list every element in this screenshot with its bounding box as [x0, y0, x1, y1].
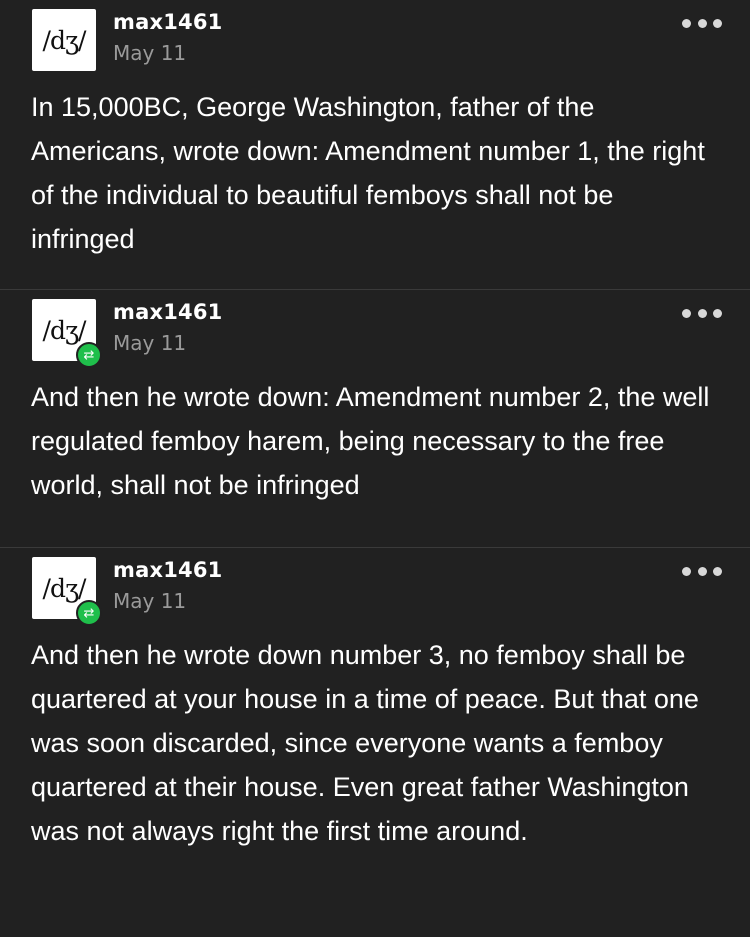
avatar-glyph: /dʒ/	[42, 315, 87, 345]
more-dot	[697, 566, 707, 576]
avatar[interactable]: /dʒ/	[32, 9, 96, 71]
post-date[interactable]: May 11	[113, 41, 186, 65]
post-thread: /dʒ/ max1461 May 11 In 15,000BC, George …	[0, 0, 750, 937]
avatar-glyph: /dʒ/	[42, 573, 87, 603]
post-date[interactable]: May 11	[113, 589, 186, 613]
avatar-glyph: /dʒ/	[42, 25, 87, 55]
more-options-icon[interactable]	[682, 14, 722, 32]
more-options-icon[interactable]	[682, 304, 722, 322]
more-dot	[697, 308, 707, 318]
reblog-icon: ⇄	[76, 342, 102, 368]
post-2: /dʒ/ ⇄ max1461 May 11 And then he wrote …	[0, 290, 750, 548]
username[interactable]: max1461	[113, 10, 222, 34]
more-dot	[697, 18, 707, 28]
username[interactable]: max1461	[113, 300, 222, 324]
post-body: In 15,000BC, George Washington, father o…	[31, 92, 705, 254]
more-dot	[682, 18, 691, 28]
reblog-icon: ⇄	[76, 600, 102, 626]
more-dot	[682, 308, 691, 318]
more-dot	[713, 18, 722, 28]
username[interactable]: max1461	[113, 558, 222, 582]
avatar[interactable]: /dʒ/ ⇄	[32, 299, 102, 368]
more-dot	[713, 308, 722, 318]
post-date[interactable]: May 11	[113, 331, 186, 355]
avatar[interactable]: /dʒ/ ⇄	[32, 557, 102, 626]
more-options-icon[interactable]	[682, 562, 722, 580]
more-dot	[713, 566, 722, 576]
post-3: /dʒ/ ⇄ max1461 May 11 And then he wrote …	[0, 548, 750, 937]
post-body: And then he wrote down number 3, no femb…	[31, 640, 699, 846]
post-body: And then he wrote down: Amendment number…	[31, 382, 710, 500]
post-1: /dʒ/ max1461 May 11 In 15,000BC, George …	[0, 0, 750, 290]
more-dot	[682, 566, 691, 576]
